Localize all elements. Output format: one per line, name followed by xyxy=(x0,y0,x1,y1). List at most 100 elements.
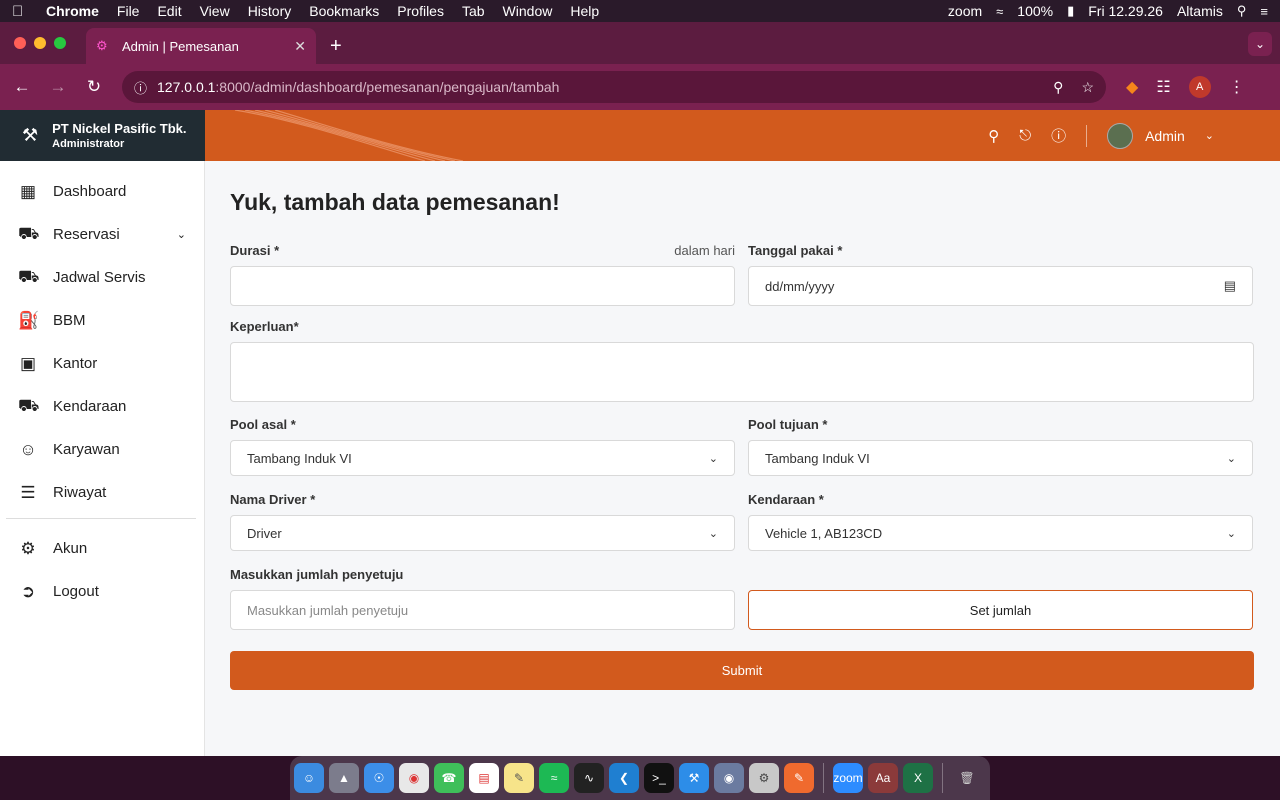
driver-group: Nama Driver * Driver ⌄ xyxy=(230,487,735,551)
sidebar-item-karyawan[interactable]: ☺ Karyawan xyxy=(0,428,204,471)
menu-help[interactable]: Help xyxy=(570,3,599,19)
spotlight-search-icon[interactable]: ⚲ xyxy=(1237,3,1247,19)
calendar-icon[interactable]: ▤ xyxy=(469,763,499,793)
durasi-input[interactable] xyxy=(230,266,735,306)
apple-icon[interactable]:  xyxy=(12,3,28,20)
minimize-window-button[interactable] xyxy=(34,37,46,49)
sidebar-item-logout[interactable]: ➲ Logout xyxy=(0,570,204,613)
user-name[interactable]: Admin xyxy=(1145,128,1185,144)
wifi-icon[interactable]: ≈ xyxy=(996,4,1003,19)
terminal-icon[interactable]: >_ xyxy=(644,763,674,793)
driver-value: Driver xyxy=(247,525,282,541)
close-window-button[interactable] xyxy=(14,37,26,49)
sidebar-item-akun[interactable]: ⚙ Akun xyxy=(0,527,204,570)
bookmark-star-icon[interactable]: ☆ xyxy=(1081,79,1094,96)
info-icon[interactable]: ⓘ xyxy=(1051,125,1066,146)
trash-icon[interactable]: 🗑 xyxy=(952,763,982,793)
menu-file[interactable]: File xyxy=(117,3,140,19)
notes-icon[interactable]: ✎ xyxy=(504,763,534,793)
brand-header: ⚒ PT Nickel Pasific Tbk. Administrator xyxy=(0,110,205,161)
gear-icon: ⚙ xyxy=(20,538,36,558)
safari-icon[interactable]: ☉ xyxy=(364,763,394,793)
penyetuju-group: Masukkan jumlah penyetuju Masukkan jumla… xyxy=(230,562,1254,630)
kendaraan-value: Vehicle 1, AB123CD xyxy=(765,525,883,541)
pool-asal-value: Tambang Induk VI xyxy=(247,450,352,466)
sidebar-item-bbm[interactable]: ⛽ BBM xyxy=(0,299,204,342)
zoom-lens-icon[interactable]: ⚲ xyxy=(1053,79,1063,96)
spotify-icon[interactable]: ≈ xyxy=(539,763,569,793)
sidebar-item-dashboard[interactable]: ▦ Dashboard xyxy=(0,170,204,213)
durasi-group: Durasi * dalam hari xyxy=(230,238,735,306)
proxyman-icon[interactable]: ◉ xyxy=(714,763,744,793)
facetime-icon[interactable]: ☎ xyxy=(434,763,464,793)
site-info-icon[interactable]: ⓘ xyxy=(134,78,147,97)
keperluan-textarea[interactable] xyxy=(230,342,1254,402)
xcode-icon[interactable]: ⚒ xyxy=(679,763,709,793)
tab-search-chevron-icon[interactable]: ⌄ xyxy=(1248,32,1272,56)
system-settings-icon[interactable]: ⚙ xyxy=(749,763,779,793)
sidebar-item-kendaraan[interactable]: ⛟ Kendaraan xyxy=(0,385,204,428)
forward-arrow-icon[interactable]: → xyxy=(40,77,76,97)
zoom-status[interactable]: zoom xyxy=(948,3,982,19)
sidebar-item-riwayat[interactable]: ☰ Riwayat xyxy=(0,471,204,514)
menu-edit[interactable]: Edit xyxy=(157,3,181,19)
reload-icon[interactable]: ↻ xyxy=(76,77,112,97)
vscode-icon[interactable]: ❮ xyxy=(609,763,639,793)
browser-menu-kebab-icon[interactable]: ⋮ xyxy=(1229,77,1245,97)
finder-icon[interactable]: ☺ xyxy=(294,763,324,793)
tab-close-icon[interactable]: ✕ xyxy=(294,38,306,55)
sidebar-item-kantor[interactable]: ▣ Kantor xyxy=(0,342,204,385)
menu-app-name[interactable]: Chrome xyxy=(46,3,99,19)
pool-asal-select[interactable]: Tambang Induk VI ⌄ xyxy=(230,440,735,476)
durasi-label-text: Durasi * xyxy=(230,243,280,258)
launchpad-icon[interactable]: ▲ xyxy=(329,763,359,793)
user-menu-chevron-down-icon[interactable]: ⌄ xyxy=(1205,129,1214,142)
menu-view[interactable]: View xyxy=(200,3,230,19)
menu-tab[interactable]: Tab xyxy=(462,3,485,19)
dashboard-grid-icon: ▦ xyxy=(19,181,37,201)
maximize-window-button[interactable] xyxy=(54,37,66,49)
search-icon[interactable]: ⚲ xyxy=(988,127,999,145)
sidebar-item-jadwal-servis[interactable]: ⛟ Jadwal Servis xyxy=(0,256,204,299)
pool-tujuan-select[interactable]: Tambang Induk VI ⌄ xyxy=(748,440,1253,476)
chrome-icon[interactable]: ◉ xyxy=(399,763,429,793)
menu-profiles[interactable]: Profiles xyxy=(397,3,444,19)
address-bar[interactable]: ⓘ 127.0.0.1 :8000/admin/dashboard/pemesa… xyxy=(122,71,1106,103)
penyetuju-input[interactable]: Masukkan jumlah penyetuju xyxy=(230,590,735,630)
battery-icon[interactable]: ▮ xyxy=(1067,3,1074,19)
tanggal-label: Tanggal pakai * xyxy=(748,243,843,258)
menu-history[interactable]: History xyxy=(248,3,292,19)
notification-icon[interactable]: ⎋ xyxy=(1019,127,1031,144)
back-arrow-icon[interactable]: ← xyxy=(4,77,40,97)
new-tab-icon[interactable]: + xyxy=(330,35,342,58)
brand-text: PT Nickel Pasific Tbk. Administrator xyxy=(52,120,186,152)
dictionary-icon[interactable]: Aa xyxy=(868,763,898,793)
excel-icon[interactable]: X xyxy=(903,763,933,793)
sidebar-item-label: Reservasi xyxy=(53,226,120,243)
zoom-app-icon[interactable]: zoom xyxy=(833,763,863,793)
driver-select[interactable]: Driver ⌄ xyxy=(230,515,735,551)
calendar-icon[interactable]: ▤ xyxy=(1224,278,1236,294)
activity-monitor-icon[interactable]: ∿ xyxy=(574,763,604,793)
browser-tab-active[interactable]: ⚙ Admin | Pemesanan ✕ xyxy=(86,28,316,64)
control-center-icon[interactable]: ≡ xyxy=(1260,4,1268,19)
set-jumlah-button[interactable]: Set jumlah xyxy=(748,590,1253,630)
kendaraan-label: Kendaraan * xyxy=(748,492,824,507)
metamask-extension-icon[interactable]: ◆ xyxy=(1126,77,1138,97)
menu-bookmarks[interactable]: Bookmarks xyxy=(309,3,379,19)
sketch-pen-icon[interactable]: ✎ xyxy=(784,763,814,793)
kendaraan-select[interactable]: Vehicle 1, AB123CD ⌄ xyxy=(748,515,1253,551)
submit-button[interactable]: Submit xyxy=(230,651,1254,690)
extensions-puzzle-icon[interactable]: ☷ xyxy=(1156,77,1170,97)
url-host: 127.0.0.1 xyxy=(157,79,216,95)
penyetuju-row: Masukkan jumlah penyetuju Set jumlah xyxy=(230,582,1254,630)
tanggal-date-input[interactable]: dd/mm/yyyy ▤ xyxy=(748,266,1253,306)
profile-avatar[interactable]: A xyxy=(1188,76,1211,98)
company-name: PT Nickel Pasific Tbk. xyxy=(52,120,187,136)
user-avatar[interactable] xyxy=(1107,122,1134,149)
clock[interactable]: Fri 12.29.26 xyxy=(1088,3,1163,19)
sidebar-item-reservasi[interactable]: ⛟ Reservasi ⌄ xyxy=(0,213,204,256)
menubar-user[interactable]: Altamis xyxy=(1177,3,1223,19)
battery-percent[interactable]: 100% xyxy=(1017,3,1053,19)
menu-window[interactable]: Window xyxy=(503,3,553,19)
